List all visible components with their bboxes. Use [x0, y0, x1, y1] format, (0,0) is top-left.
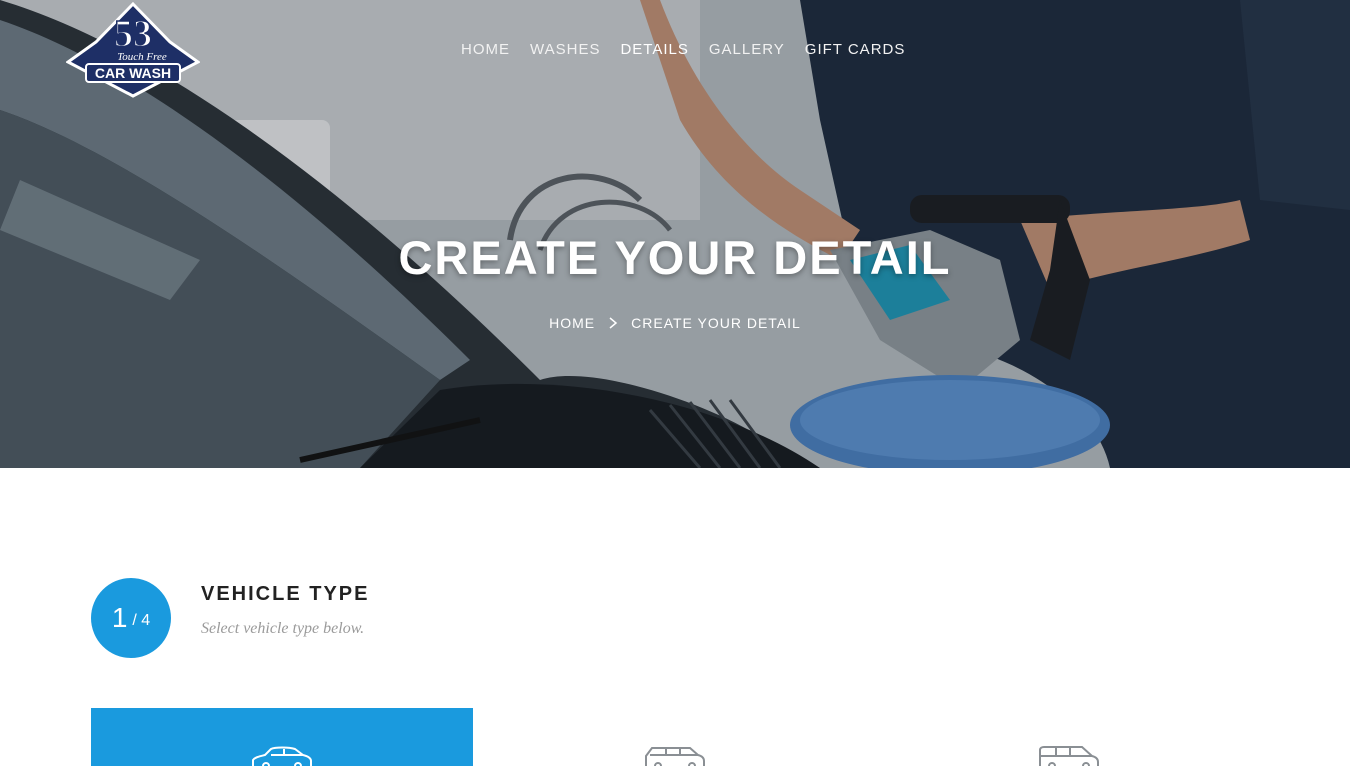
suv-icon	[645, 747, 705, 766]
logo-number: 53	[114, 13, 152, 55]
breadcrumb: HOME CREATE YOUR DETAIL	[0, 315, 1350, 331]
step-total: / 4	[132, 612, 151, 629]
nav-gallery[interactable]: GALLERY	[699, 41, 795, 59]
step-title: VEHICLE TYPE	[201, 583, 370, 605]
main-nav: HOME WASHES DETAILS GALLERY GIFT CARDS	[461, 41, 915, 59]
nav-details[interactable]: DETAILS	[610, 41, 698, 59]
step-subtitle: Select vehicle type below.	[201, 620, 365, 637]
vehicle-option-van[interactable]	[878, 708, 1260, 766]
car-wash-logo[interactable]: 53 Touch Free CAR WASH	[66, 2, 200, 98]
van-icon	[1039, 746, 1099, 766]
logo-name: CAR WASH	[95, 65, 171, 81]
vehicle-option-sedan[interactable]	[91, 708, 473, 766]
chevron-right-icon	[609, 317, 618, 329]
page-title: CREATE YOUR DETAIL	[398, 231, 952, 284]
vehicle-option-suv[interactable]	[484, 708, 866, 766]
step-indicator: 1 / 4	[91, 578, 171, 658]
nav-gift-cards[interactable]: GIFT CARDS	[795, 41, 916, 59]
nav-washes[interactable]: WASHES	[520, 41, 610, 59]
hero-banner: 53 Touch Free CAR WASH HOME WASHES DETAI…	[0, 0, 1350, 468]
logo-tagline: Touch Free	[117, 51, 167, 63]
step-current: 1	[111, 602, 128, 633]
breadcrumb-current: CREATE YOUR DETAIL	[631, 315, 801, 331]
nav-home[interactable]: HOME	[461, 41, 520, 59]
sedan-icon	[252, 746, 312, 766]
breadcrumb-home[interactable]: HOME	[549, 315, 595, 331]
